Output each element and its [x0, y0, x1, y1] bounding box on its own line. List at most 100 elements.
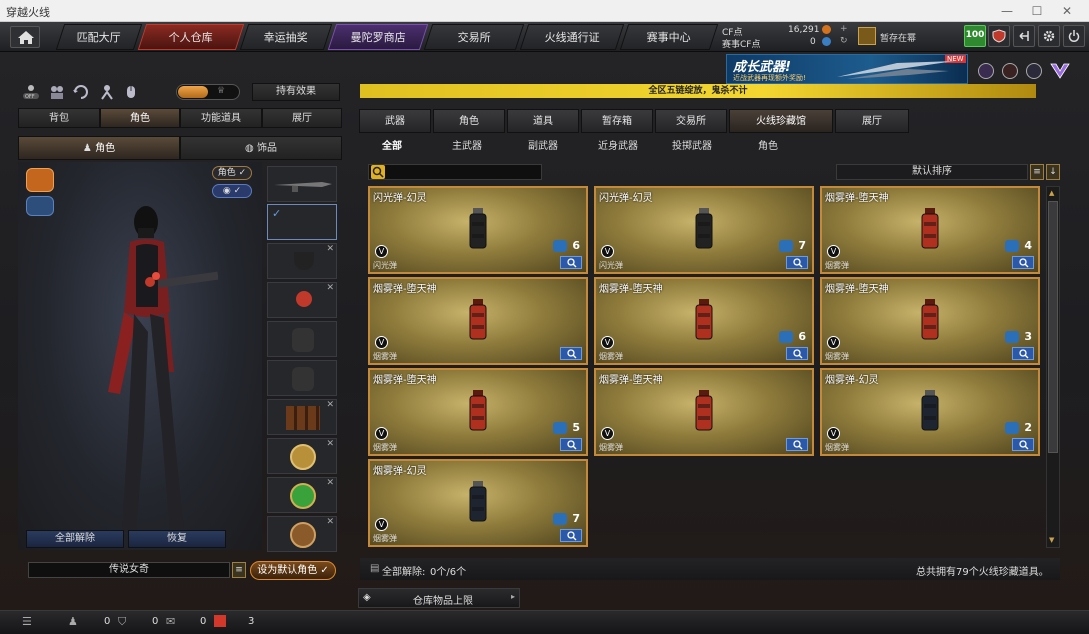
role-tag[interactable]: 角色 ✓	[212, 166, 252, 180]
maximize-icon[interactable]: ☐	[1022, 2, 1052, 20]
rtab-roles[interactable]: 角色	[433, 109, 505, 133]
nav-tab-battle-pass[interactable]: 火线通行证	[519, 24, 625, 50]
rtab-collection-hall[interactable]: 火线珍藏馆	[729, 109, 833, 133]
list-view-icon[interactable]: ≡	[1030, 164, 1044, 180]
item-card[interactable]: 烟雾弹-堕天神 V 烟雾弹 3	[820, 277, 1040, 365]
home-button[interactable]	[10, 26, 40, 48]
search-input[interactable]	[368, 164, 542, 180]
rotate-icon[interactable]	[72, 84, 90, 100]
visibility-toggle[interactable]: ◉ ✓	[212, 184, 252, 198]
slot-weapon[interactable]	[267, 166, 337, 202]
wing-emblem-icon[interactable]	[26, 196, 54, 216]
target-icon[interactable]	[1002, 63, 1018, 79]
rtab-items[interactable]: 道具	[507, 109, 579, 133]
inspect-button[interactable]	[786, 347, 808, 360]
inspect-button[interactable]	[1012, 347, 1034, 360]
inspect-button[interactable]	[786, 438, 808, 451]
power-button[interactable]	[1063, 25, 1085, 47]
item-card[interactable]: 烟雾弹-幻灵 V 烟雾弹 7	[368, 459, 588, 547]
settings-button[interactable]	[1038, 25, 1060, 47]
list-icon[interactable]: ≡	[232, 562, 246, 578]
slot-empty-silhouette[interactable]	[267, 360, 337, 396]
scrollbar[interactable]: ▲ ▼	[1046, 186, 1060, 548]
nav-tab-lucky-draw[interactable]: 幸运抽奖	[239, 24, 333, 50]
item-card[interactable]: 闪光弹-幻灵 V 闪光弹 6	[368, 186, 588, 274]
slot-flower[interactable]: ✕	[267, 282, 337, 318]
scroll-thumb[interactable]	[1048, 201, 1058, 453]
item-card[interactable]: 烟雾弹-幻灵 V 烟雾弹 2	[820, 368, 1040, 456]
tab-bag[interactable]: 背包	[18, 108, 100, 128]
scroll-up-icon[interactable]: ▲	[1049, 189, 1054, 197]
character-name-field[interactable]: 传说女奇	[28, 562, 230, 578]
inspect-button[interactable]	[1012, 256, 1034, 269]
inspect-button[interactable]	[786, 256, 808, 269]
minimize-icon[interactable]: —	[992, 2, 1022, 20]
slot-empty-silhouette[interactable]	[267, 321, 337, 357]
slot-grenades[interactable]: ✕	[267, 399, 337, 435]
item-card[interactable]: 烟雾弹-堕天神 V 烟雾弹	[368, 277, 588, 365]
chat-icon[interactable]: ✉	[166, 615, 175, 628]
nav-tab-match-lobby[interactable]: 匹配大厅	[55, 24, 143, 50]
rtab-temp-box[interactable]: 暂存箱	[581, 109, 653, 133]
filter-role[interactable]: 角色	[758, 139, 778, 155]
nav-tab-storage[interactable]: 个人仓库	[137, 24, 245, 50]
sort-dropdown[interactable]: 默认排序	[836, 164, 1028, 180]
level-badge[interactable]: 100	[964, 25, 986, 47]
unequip-all-button[interactable]: 全部解除	[26, 530, 124, 548]
item-card[interactable]: 烟雾弹-堕天神 V 烟雾弹	[594, 368, 814, 456]
filter-primary[interactable]: 主武器	[452, 139, 482, 155]
item-card[interactable]: 烟雾弹-堕天神 V 烟雾弹 6	[594, 277, 814, 365]
tab-role[interactable]: 角色	[100, 108, 180, 128]
storage-limit-button[interactable]: ◈ 仓库物品上限 ▸	[358, 588, 520, 608]
rtab-showroom[interactable]: 展厅	[835, 109, 909, 133]
rtab-weapons[interactable]: 武器	[359, 109, 431, 133]
slot-ring-dragon[interactable]: ✕	[267, 438, 337, 474]
friends-icon[interactable]: ♟	[68, 615, 78, 628]
item-card[interactable]: 烟雾弹-堕天神 V 烟雾弹 5	[368, 368, 588, 456]
item-card[interactable]: 烟雾弹-堕天神 V 烟雾弹 4	[820, 186, 1040, 274]
inspect-button[interactable]	[1012, 438, 1034, 451]
set-default-role-button[interactable]: 设为默认角色 ✓	[250, 561, 336, 580]
menu-icon[interactable]: ☰	[22, 615, 32, 628]
nav-tab-event-center[interactable]: 赛事中心	[619, 24, 719, 50]
inspect-button[interactable]	[560, 256, 582, 269]
guild-status[interactable]: 暂存在幂	[858, 27, 948, 47]
inspect-button[interactable]	[560, 347, 582, 360]
filter-melee[interactable]: 近身武器	[598, 139, 638, 155]
clan-shield-icon[interactable]: ⛉	[118, 615, 126, 629]
rtab-exchange[interactable]: 交易所	[655, 109, 727, 133]
remove-icon[interactable]: ✕	[326, 283, 334, 293]
mouse-icon[interactable]	[122, 84, 140, 100]
character-preview[interactable]: 角色 ✓ ◉ ✓	[18, 162, 262, 550]
subtab-accessories[interactable]: ◍ 饰品	[180, 136, 342, 160]
tab-showroom[interactable]: 展厅	[262, 108, 342, 128]
rank-emblem-icon[interactable]	[978, 63, 994, 79]
remove-icon[interactable]: ✕	[326, 439, 334, 449]
team-icon[interactable]	[48, 84, 66, 100]
nav-tab-mandala-shop[interactable]: 曼陀罗商店	[327, 24, 429, 50]
nav-tab-exchange[interactable]: 交易所	[423, 24, 525, 50]
item-card[interactable]: 闪光弹-幻灵 V 闪光弹 7	[594, 186, 814, 274]
remove-icon[interactable]: ✕	[326, 517, 334, 527]
inspect-button[interactable]	[560, 529, 582, 542]
gift-icon[interactable]	[214, 615, 226, 627]
filter-secondary[interactable]: 副武器	[528, 139, 558, 155]
slot-ring-gold[interactable]: ✕	[267, 516, 337, 552]
close-icon[interactable]: ✕	[1052, 2, 1082, 20]
promo-banner[interactable]: 成长武器! 近战武器再现额外奖励! NEW	[726, 54, 968, 84]
inspect-button[interactable]	[560, 438, 582, 451]
remove-icon[interactable]: ✕	[326, 400, 334, 410]
rank-button[interactable]	[988, 25, 1010, 47]
refresh-icon[interactable]: ↻	[840, 36, 848, 46]
pose-icon[interactable]	[98, 84, 116, 100]
slot-empty[interactable]: ✓	[267, 204, 337, 240]
exit-button[interactable]	[1013, 25, 1035, 47]
medal-icon[interactable]	[1026, 63, 1042, 79]
toggle-off-icon[interactable]: OFF	[22, 84, 40, 100]
remove-icon[interactable]: ✕	[326, 478, 334, 488]
vip-v-icon[interactable]	[1050, 62, 1070, 80]
subtab-role[interactable]: ♟ 角色	[18, 136, 180, 160]
tab-functional-items[interactable]: 功能道具	[180, 108, 262, 128]
sort-direction-icon[interactable]: ↓	[1046, 164, 1060, 180]
view-toggle[interactable]: ♕	[176, 84, 240, 100]
